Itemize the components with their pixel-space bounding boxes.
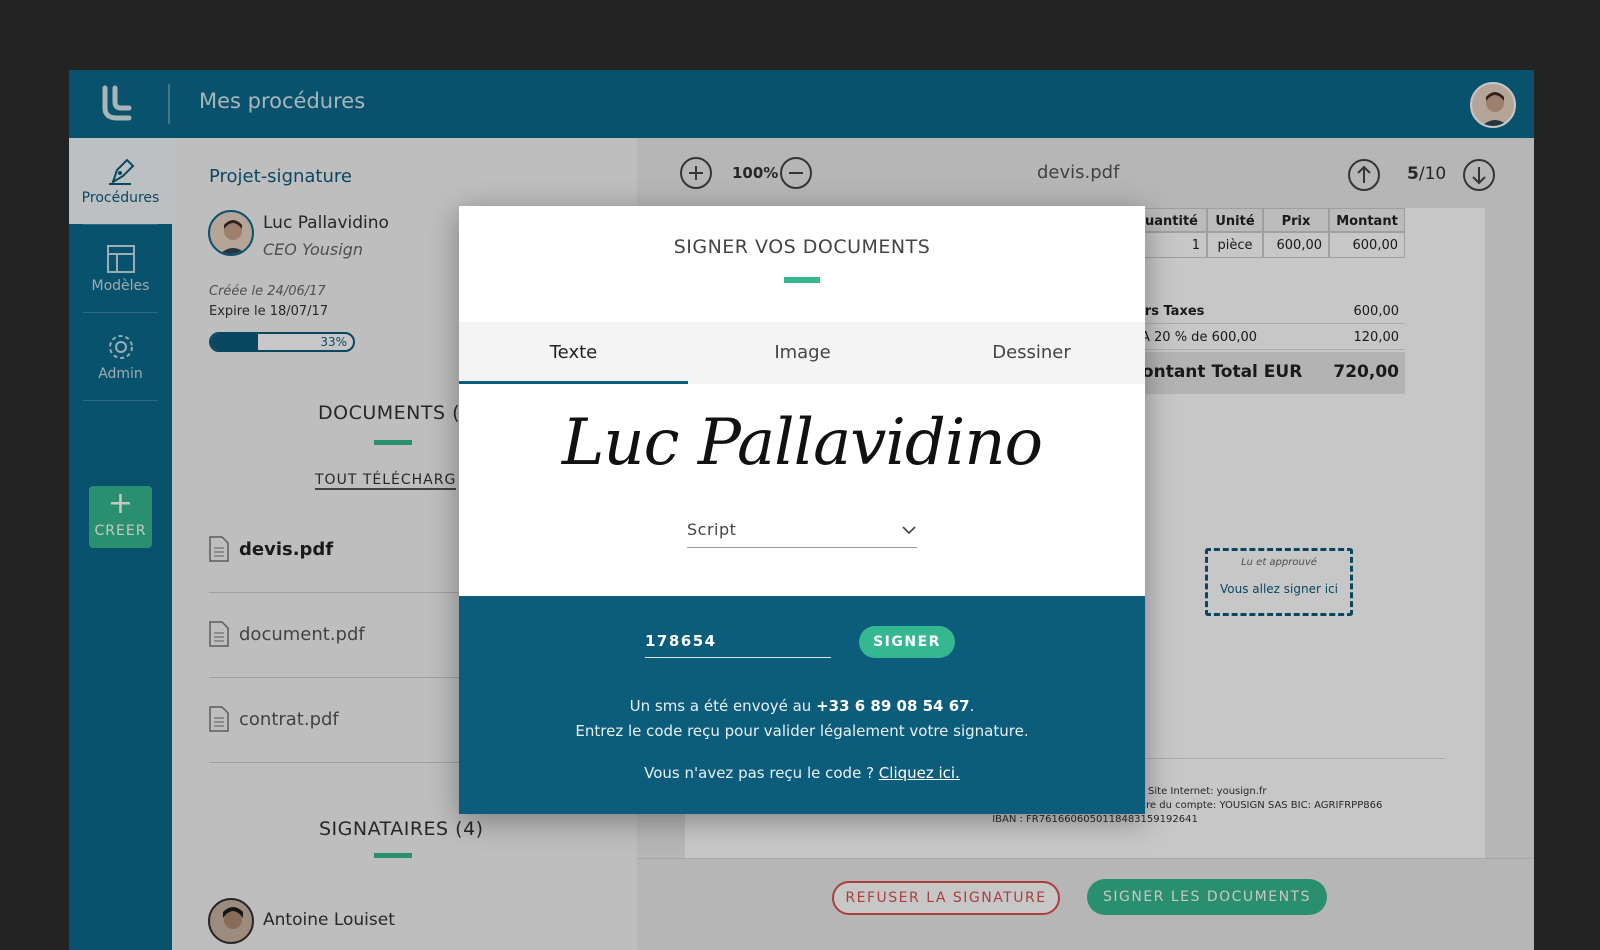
- modal-title: SIGNER VOS DOCUMENTS: [673, 236, 931, 258]
- font-select[interactable]: Script: [687, 516, 917, 548]
- sign-modal: SIGNER VOS DOCUMENTS Texte Image Dessine…: [459, 206, 1145, 814]
- sms-code-input[interactable]: [645, 624, 831, 658]
- sms-info-line2: Entrez le code reçu pour valider légalem…: [575, 722, 1029, 740]
- sms-info-prefix: Un sms a été envoyé au: [629, 697, 817, 715]
- resend-code: Vous n'avez pas reçu le code ? Cliquez i…: [459, 764, 1145, 782]
- modal-title-accent: [784, 277, 820, 283]
- signature-preview: Luc Pallavidino: [561, 406, 1043, 480]
- sms-info-suffix: .: [969, 697, 975, 715]
- tab-image[interactable]: Image: [688, 322, 917, 384]
- signer-button[interactable]: SIGNER: [859, 626, 955, 658]
- font-select-value: Script: [687, 520, 737, 539]
- tab-text[interactable]: Texte: [459, 322, 688, 384]
- resend-prefix: Vous n'avez pas reçu le code ?: [644, 764, 879, 782]
- sms-info: Un sms a été envoyé au +33 6 89 08 54 67…: [459, 694, 1145, 744]
- chevron-down-icon: [902, 526, 916, 535]
- signature-tabs: Texte Image Dessiner: [459, 322, 1145, 384]
- tab-draw[interactable]: Dessiner: [917, 322, 1145, 384]
- resend-code-link[interactable]: Cliquez ici.: [879, 764, 960, 782]
- sms-phone-number: +33 6 89 08 54 67: [816, 697, 970, 715]
- sms-validation-panel: SIGNER Un sms a été envoyé au +33 6 89 0…: [459, 596, 1145, 814]
- app-screen: Mes procédures Procédures Modèles Admin …: [69, 70, 1534, 950]
